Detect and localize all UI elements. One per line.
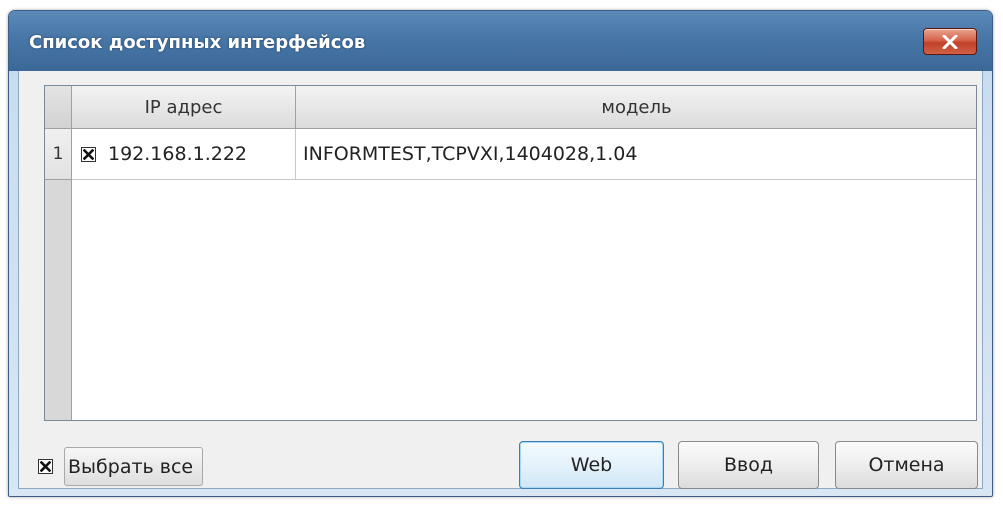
table-corner[interactable] xyxy=(45,86,72,129)
close-icon xyxy=(942,35,958,49)
interfaces-table: IP адрес модель 1 192.168.1.222 INFORMTE… xyxy=(44,85,977,421)
cancel-button[interactable]: Отмена xyxy=(835,441,978,489)
dialog-window: Список доступных интерфейсов IP адрес мо… xyxy=(8,10,993,497)
select-all-label[interactable]: Выбрать все xyxy=(64,447,203,486)
close-button[interactable] xyxy=(923,28,977,55)
title-bar[interactable]: Список доступных интерфейсов xyxy=(9,11,992,71)
web-button[interactable]: Web xyxy=(519,441,664,489)
checkbox-checked-icon xyxy=(83,148,94,160)
window-title: Список доступных интерфейсов xyxy=(29,32,366,53)
row-number[interactable]: 1 xyxy=(45,129,72,180)
row-checkbox[interactable] xyxy=(81,146,96,162)
table-cell-model[interactable]: INFORMTEST,TCPVXI,1404028,1.04 xyxy=(296,129,976,180)
column-header-ip[interactable]: IP адрес xyxy=(72,86,296,129)
checkbox-checked-icon xyxy=(40,461,51,472)
column-header-model[interactable]: модель xyxy=(296,86,976,129)
dialog-content: IP адрес модель 1 192.168.1.222 INFORMTE… xyxy=(18,71,983,489)
enter-button[interactable]: Ввод xyxy=(678,441,819,489)
select-all-checkbox[interactable] xyxy=(38,459,53,474)
ip-address: 192.168.1.222 xyxy=(108,143,248,165)
model-name: INFORMTEST,TCPVXI,1404028,1.04 xyxy=(303,143,638,165)
table-cell-ip[interactable]: 192.168.1.222 xyxy=(72,129,296,180)
